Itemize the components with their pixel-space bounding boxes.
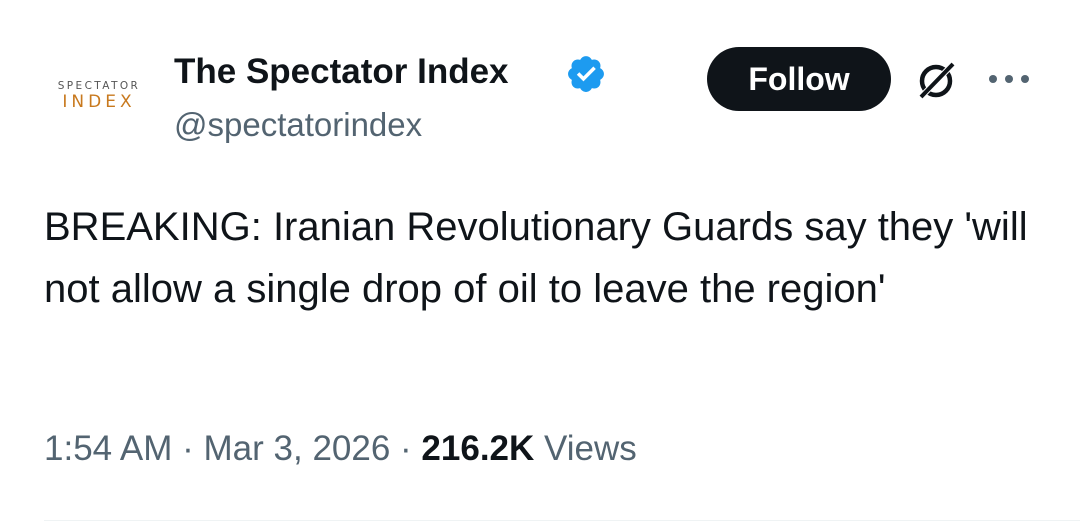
follow-button[interactable]: Follow — [707, 47, 891, 111]
author-handle[interactable]: @spectatorindex — [174, 106, 422, 144]
meta-separator: · — [172, 429, 204, 468]
more-options-icon[interactable] — [986, 66, 1032, 92]
grok-icon[interactable] — [912, 57, 960, 105]
avatar-logo-line2: INDEX — [62, 92, 136, 112]
views-label: Views — [534, 429, 637, 468]
meta-separator: · — [390, 429, 422, 468]
tweet-date[interactable]: Mar 3, 2026 — [204, 429, 391, 468]
tweet-card: SPECTATOR INDEX The Spectator Index @spe… — [0, 0, 1080, 526]
views-count: 216.2K — [421, 429, 535, 468]
avatar[interactable]: SPECTATOR INDEX — [40, 48, 158, 152]
verified-badge-icon — [568, 56, 604, 92]
tweet-text: BREAKING: Iranian Revolutionary Guards s… — [44, 205, 1028, 311]
divider — [44, 520, 1080, 521]
author-display-name[interactable]: The Spectator Index — [174, 52, 509, 92]
tweet-time[interactable]: 1:54 AM — [44, 429, 172, 468]
avatar-logo-line1: SPECTATOR — [57, 80, 141, 92]
tweet-meta: 1:54 AM · Mar 3, 2026 · 216.2K Views — [44, 429, 637, 469]
